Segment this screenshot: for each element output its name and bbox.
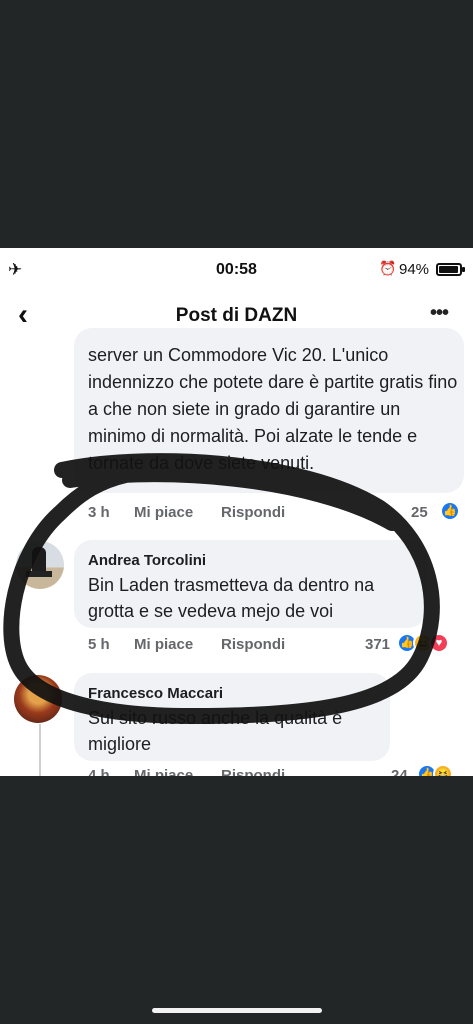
- home-indicator[interactable]: [152, 1008, 322, 1013]
- love-reaction-icon: ♥: [429, 633, 449, 653]
- reaction-count[interactable]: 371: [365, 636, 390, 653]
- battery-icon: [436, 263, 465, 276]
- comment-author[interactable]: Francesco Maccari: [88, 685, 223, 702]
- comment-time: 5 h: [88, 636, 110, 653]
- reply-link[interactable]: Rispondi: [221, 636, 285, 653]
- haha-reaction-icon: 😆: [433, 764, 453, 776]
- more-horizontal-icon[interactable]: •••: [430, 302, 449, 325]
- reply-link[interactable]: Rispondi: [221, 504, 285, 521]
- comment-time: 3 h: [88, 504, 110, 521]
- thread-line: [39, 724, 41, 776]
- reaction-count[interactable]: 24: [391, 767, 408, 776]
- comment-time: 4 h: [88, 767, 110, 776]
- comment-text: Sul sito russo anche la qualità è miglio…: [88, 708, 343, 754]
- comment-bubble[interactable]: Andrea Torcolini Bin Laden trasmetteva d…: [74, 540, 426, 628]
- comment-author[interactable]: Andrea Torcolini: [88, 552, 206, 569]
- like-link[interactable]: Mi piace: [134, 504, 193, 521]
- alarm-icon: ⏰: [379, 260, 397, 276]
- bottom-dark-border: [0, 776, 473, 1024]
- reaction-count[interactable]: 25: [411, 504, 428, 521]
- like-reaction-icon: 👍: [440, 501, 460, 521]
- screenshot-area: ✈ 00:58 ⏰ 94% ‹ Post di DAZN ••• server …: [0, 248, 473, 776]
- reply-link[interactable]: Rispondi: [221, 767, 285, 776]
- avatar[interactable]: [16, 541, 64, 589]
- like-link[interactable]: Mi piace: [134, 636, 193, 653]
- battery-percent: 94%: [399, 261, 430, 278]
- top-dark-border: [0, 0, 473, 248]
- comment-bubble[interactable]: Francesco Maccari Sul sito russo anche l…: [74, 673, 390, 761]
- like-link[interactable]: Mi piace: [134, 767, 193, 776]
- comment-bubble[interactable]: server un Commodore Vic 20. L'unico inde…: [74, 328, 464, 493]
- comment-text: Bin Laden trasmetteva da dentro na grott…: [88, 575, 375, 621]
- status-bar: ✈ 00:58 ⏰ 94%: [0, 248, 473, 292]
- page-title: Post di DAZN: [175, 305, 298, 326]
- avatar[interactable]: [14, 675, 62, 723]
- battery-fill: [439, 266, 458, 273]
- comment-text: server un Commodore Vic 20. L'unico inde…: [88, 345, 458, 473]
